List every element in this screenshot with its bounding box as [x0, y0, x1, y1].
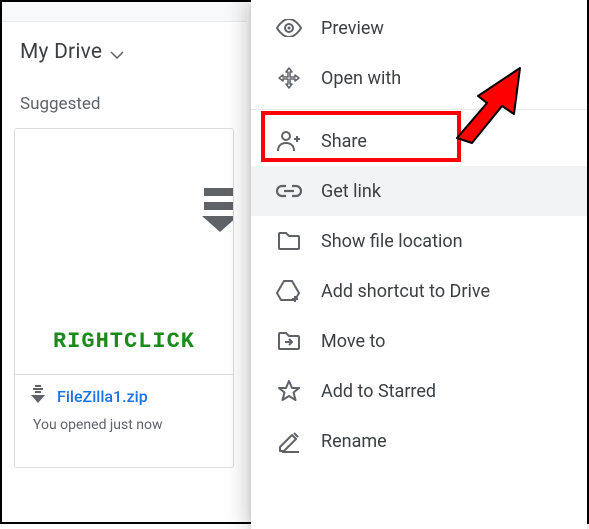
caret-down-icon — [110, 44, 124, 63]
pencil-icon — [269, 429, 309, 453]
menu-label: Add shortcut to Drive — [309, 281, 490, 302]
zip-file-icon — [31, 385, 45, 407]
menu-label: Share — [309, 131, 367, 152]
menu-item-rename[interactable]: Rename — [251, 416, 587, 466]
link-icon — [269, 184, 309, 198]
file-info: FileZilla1.zip You opened just now — [15, 374, 233, 468]
menu-label: Add to Starred — [309, 381, 436, 402]
context-menu: Preview Open with Share Get link Show fi… — [251, 0, 587, 529]
menu-item-open-with[interactable]: Open with — [251, 53, 587, 103]
folder-move-icon — [269, 331, 309, 351]
menu-label: Get link — [309, 181, 381, 202]
menu-item-add-shortcut[interactable]: Add shortcut to Drive — [251, 266, 587, 316]
star-icon — [269, 379, 309, 403]
location-title: My Drive — [20, 40, 102, 64]
menu-item-share[interactable]: Share — [251, 116, 587, 166]
menu-item-show-location[interactable]: Show file location — [251, 216, 587, 266]
toolbar-strip — [2, 2, 247, 22]
file-subtitle: You opened just now — [25, 407, 223, 433]
file-card[interactable]: RIGHTCLICK FileZilla1.zip You opened jus… — [14, 128, 234, 468]
file-preview: RIGHTCLICK — [15, 129, 233, 374]
menu-item-preview[interactable]: Preview — [251, 3, 587, 53]
eye-icon — [269, 19, 309, 37]
left-panel: My Drive Suggested RIGHTCLICK — [2, 2, 247, 522]
file-name: FileZilla1.zip — [57, 387, 148, 406]
drive-add-icon — [269, 279, 309, 303]
menu-label: Open with — [309, 68, 401, 89]
rightclick-overlay: RIGHTCLICK — [15, 329, 233, 354]
folder-icon — [269, 231, 309, 251]
menu-item-add-starred[interactable]: Add to Starred — [251, 366, 587, 416]
person-add-icon — [269, 130, 309, 152]
my-drive-dropdown[interactable]: My Drive — [2, 22, 247, 78]
menu-label: Show file location — [309, 231, 463, 252]
menu-label: Rename — [309, 431, 387, 452]
file-row: FileZilla1.zip — [25, 385, 223, 407]
menu-item-move-to[interactable]: Move to — [251, 316, 587, 366]
menu-divider — [251, 109, 587, 110]
menu-label: Preview — [309, 18, 384, 39]
move-arrows-icon — [269, 66, 309, 90]
menu-item-get-link[interactable]: Get link — [251, 166, 587, 216]
menu-label: Move to — [309, 331, 385, 352]
suggested-label: Suggested — [2, 78, 247, 128]
drag-arrow-icon — [202, 184, 234, 236]
